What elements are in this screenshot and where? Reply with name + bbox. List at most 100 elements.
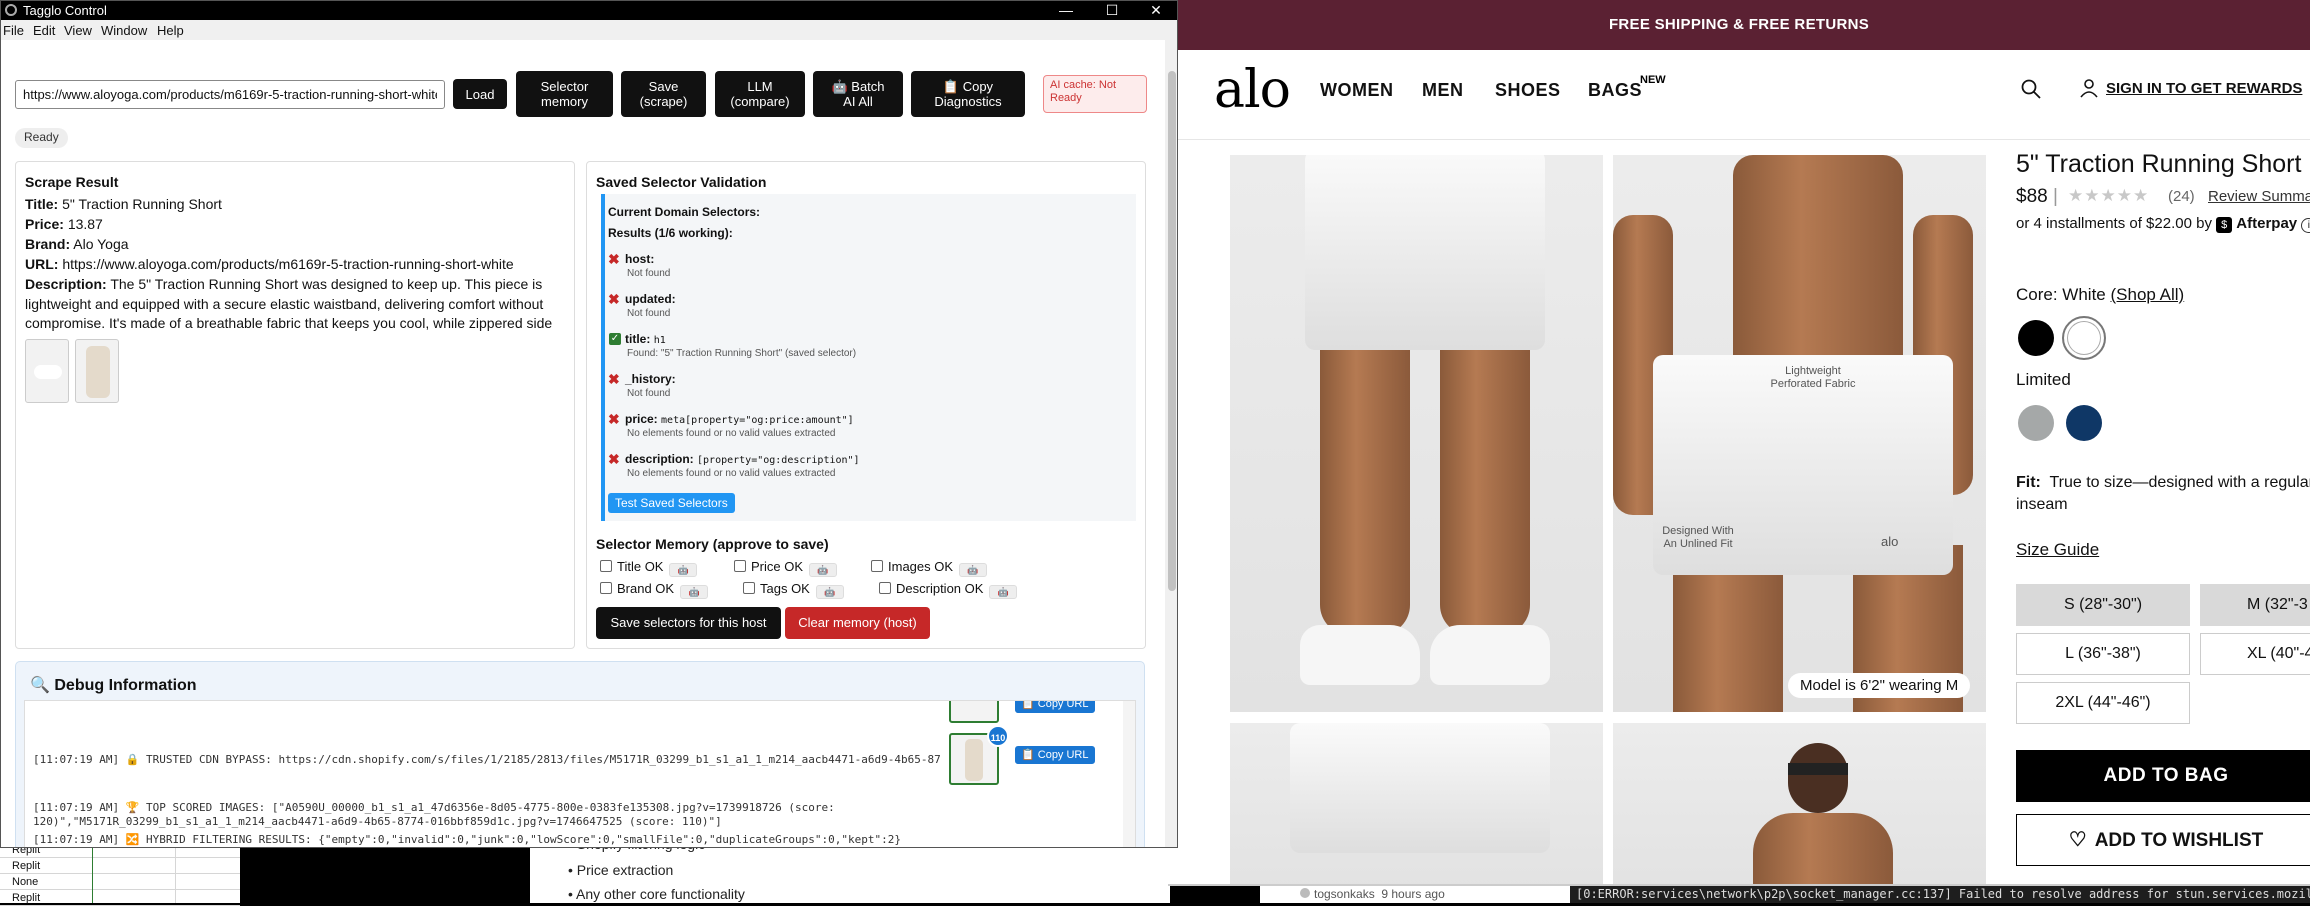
result-image-thumb[interactable] [25,339,69,403]
review-summary-link[interactable]: Review Summary [2208,188,2310,205]
robot-icon: 🤖 [989,585,1018,599]
scrape-result-heading: Scrape Result [25,174,119,190]
tagglo-window: Tagglo Control — ☐ ✕ File Edit View Wind… [0,0,1178,848]
window-scrollbar-thumb[interactable] [1168,71,1176,591]
robot-icon: 🤖 [959,563,988,577]
maximize-icon[interactable]: ☐ [1089,1,1135,20]
robot-icon: 🤖 [669,563,698,577]
product-photo-back[interactable] [1230,723,1603,886]
product-photo-detail[interactable]: Lightweight Perforated Fabric Designed W… [1613,155,1986,712]
user-icon[interactable] [2080,78,2098,98]
size-l[interactable]: L (36"-38") [2016,633,2190,675]
fail-icon: ✖ [608,371,620,387]
selector-detail: No elements found or no valid values ext… [627,428,836,439]
title-bar[interactable]: Tagglo Control — ☐ ✕ [1,1,1177,20]
minimize-icon[interactable]: — [1043,1,1089,20]
app-icon [5,4,17,16]
size-xl[interactable]: XL (40"-4 [2200,633,2310,675]
close-icon[interactable]: ✕ [1133,1,1177,20]
copy-url-button[interactable]: 📋 Copy URL [1015,746,1095,764]
alo-logo[interactable]: alo [1214,60,1291,120]
copy-diagnostics-button[interactable]: 📋 Copy Diagnostics [911,71,1025,117]
background-comment: togsonkaks 9 hours ago [1260,885,1570,903]
batch-ai-button[interactable]: 🤖 Batch AI All [813,71,903,117]
selector-key: title: h1 [625,332,666,346]
log-line: [11:07:19 AM] 🔀 HYBRID FILTERING RESULTS… [33,833,902,846]
copy-url-button[interactable]: 📋 Copy URL [1015,701,1095,713]
debug-panel: 🔍 Debug Information 📋 Copy URL [11:07:19… [15,661,1145,847]
product-photo-front[interactable] [1230,155,1603,712]
unlined-label: Designed With An Unlined Fit [1662,525,1734,550]
menu-view[interactable]: View [64,23,92,38]
nav-men[interactable]: MEN [1422,80,1464,101]
size-2xl[interactable]: 2XL (44"-46") [2016,682,2190,724]
sheet-cell: None [0,874,240,890]
product-photo-model[interactable] [1613,723,1986,886]
check-title-ok[interactable]: Title OK 🤖 [600,559,698,577]
info-icon[interactable]: i [2301,218,2310,233]
log-scrollbar[interactable] [1123,701,1135,847]
shop-all-link[interactable]: (Shop All) [2110,285,2184,304]
background-dark-area [240,840,530,903]
promo-banner[interactable]: FREE SHIPPING & FREE RETURNS [1168,0,2310,50]
log-line: [11:07:19 AM] 🏆 TOP SCORED IMAGES: ["A05… [33,801,835,814]
result-image-thumb[interactable] [75,339,119,403]
swatch-black[interactable] [2018,320,2054,356]
fit-description: Fit: True to size—designed with a regula… [2016,474,2310,513]
add-to-wishlist-button[interactable]: ♡ ADD TO WISHLIST [2016,814,2310,866]
window-title: Tagglo Control [23,3,107,18]
result-url: URL: https://www.aloyoga.com/products/m6… [25,256,514,272]
robot-icon: 🤖 [680,585,709,599]
doc-bullet: • Any other core functionality [568,886,745,902]
menu-help[interactable]: Help [157,23,184,38]
check-brand-ok[interactable]: Brand OK 🤖 [600,581,709,599]
selector-memory-button[interactable]: Selector memory [516,71,613,117]
url-input[interactable] [15,80,445,109]
swatch-gray[interactable] [2018,405,2054,441]
selector-detail: Not found [627,388,671,399]
llm-compare-button[interactable]: LLM (compare) [715,71,805,117]
rating-stars-icon[interactable]: ★★★★★ [2068,186,2149,206]
afterpay-label[interactable]: Afterpay [2236,215,2297,232]
save-scrape-button[interactable]: Save (scrape) [621,71,706,117]
swatch-navy[interactable] [2066,405,2102,441]
size-guide-link[interactable]: Size Guide [2016,540,2099,560]
success-icon: ✓ [609,333,621,345]
clear-memory-button[interactable]: Clear memory (host) [785,607,930,639]
test-saved-selectors-button[interactable]: Test Saved Selectors [608,493,735,513]
rating-count[interactable]: (24) [2168,188,2195,205]
log-image-thumb[interactable] [949,701,999,723]
swatch-white-selected[interactable] [2062,316,2106,360]
nav-new-badge: NEW [1640,74,1666,86]
sheet-divider [175,840,176,903]
alo-product-page: FREE SHIPPING & FREE RETURNS alo WOMEN M… [1168,0,2310,886]
avatar [1300,888,1310,898]
check-images-ok[interactable]: Images OK 🤖 [871,559,988,577]
fail-icon: ✖ [608,411,620,427]
sign-in-link[interactable]: SIGN IN TO GET REWARDS [2106,80,2302,97]
menu-edit[interactable]: Edit [33,23,55,38]
menu-window[interactable]: Window [101,23,147,38]
nav-shoes[interactable]: SHOES [1495,80,1561,101]
background-spreadsheet: Replit Replit None Replit [0,840,240,906]
size-s[interactable]: S (28"-30") [2016,584,2190,626]
check-price-ok[interactable]: Price OK 🤖 [734,559,838,577]
size-m[interactable]: M (32"-3 [2200,584,2310,626]
current-selectors-label: Current Domain Selectors: [608,205,761,219]
check-description-ok[interactable]: Description OK 🤖 [879,581,1018,599]
check-tags-ok[interactable]: Tags OK 🤖 [743,581,844,599]
save-selectors-button[interactable]: Save selectors for this host [596,607,781,639]
debug-heading: 🔍 Debug Information [30,677,197,694]
nav-women[interactable]: WOMEN [1320,80,1394,101]
add-to-bag-button[interactable]: ADD TO BAG [2016,750,2310,802]
search-icon[interactable] [2020,78,2042,100]
nav-bags[interactable]: BAGS [1588,80,1642,101]
menu-file[interactable]: File [3,23,24,38]
sheet-cell: Replit [0,890,240,906]
debug-log[interactable]: 📋 Copy URL [11:07:19 AM] 🔒 TRUSTED CDN B… [24,700,1136,847]
robot-icon: 🤖 [809,563,838,577]
load-button[interactable]: Load [453,79,507,109]
robot-icon: 🤖 [815,585,844,599]
selector-detail: Found: "5" Traction Running Short" (save… [627,348,857,359]
menu-bar: File Edit View Window Help [1,20,1177,40]
